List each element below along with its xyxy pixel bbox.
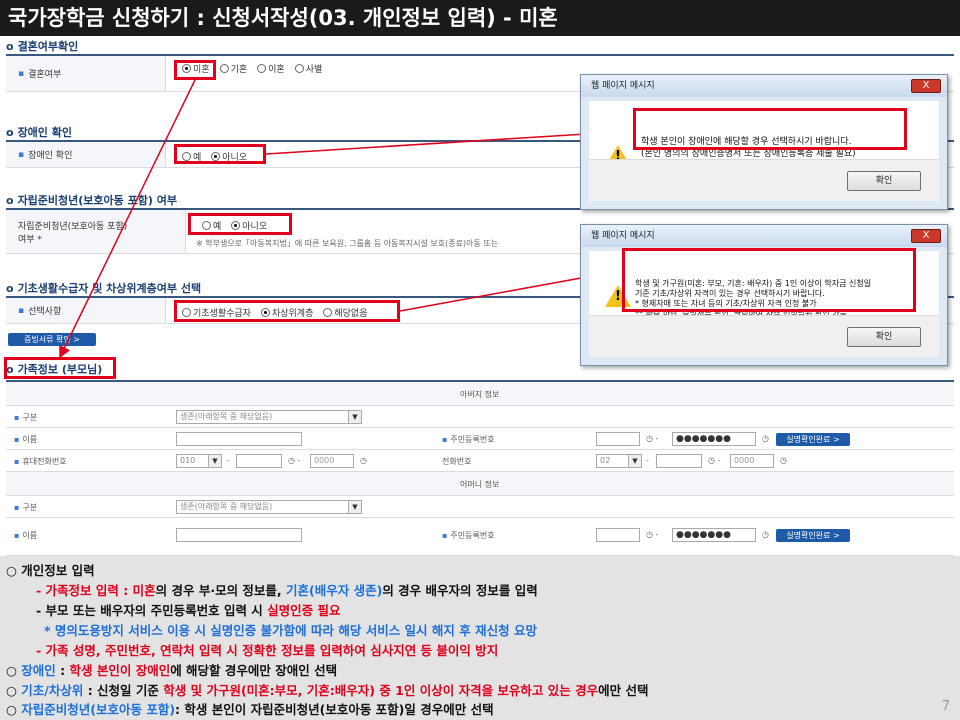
dialog-footer: 확인 — [589, 159, 939, 201]
clock-icon: ◷ - — [708, 456, 721, 465]
dialog-title: 웹 페이지 메시지 — [581, 225, 947, 247]
mother-rrn-back-input[interactable]: ●●●●●●● — [672, 528, 756, 542]
mother-type-select[interactable]: 생존(아래항목 중 해당없음) ▼ — [176, 500, 362, 514]
marital-label: ▪ 결혼여부 — [6, 56, 166, 91]
dialog-title: 웹 페이지 메시지 — [581, 75, 947, 97]
section-heading-marital: o 결혼여부확인 — [6, 40, 79, 53]
father-phone-last-input[interactable]: 0000 — [730, 454, 774, 468]
highlight-box — [633, 108, 907, 150]
note-personal-info: ○ 개인정보 입력 — [6, 563, 95, 578]
radio-married[interactable]: 기혼 — [219, 62, 247, 75]
close-button[interactable]: X — [911, 229, 941, 243]
slide-title: 국가장학금 신청하기 : 신청서작성(03. 개인정보 입력) - 미혼 — [0, 0, 960, 36]
highlight-box — [188, 213, 292, 235]
dash: - — [646, 456, 649, 465]
page-number: 7 — [941, 699, 950, 714]
mother-rrn-dash: ◷ - — [646, 530, 659, 539]
mother-header-row: 어머니 정보 — [6, 472, 954, 496]
clock-icon: ◷ — [360, 456, 367, 465]
chevron-down-icon: ▼ — [628, 455, 641, 467]
highlight-box — [622, 248, 916, 312]
section-heading-basic-living: o 기초생활수급자 및 차상위계층여부 선택 — [6, 282, 202, 295]
radio-widowed[interactable]: 사별 — [294, 62, 322, 75]
father-mobile-mid-input[interactable] — [236, 454, 282, 468]
father-phone-mid-input[interactable] — [656, 454, 702, 468]
mother-name-input[interactable] — [176, 528, 302, 542]
father-phone-prefix-select[interactable]: 02 ▼ — [596, 454, 642, 468]
note-accuracy: - 가족 성명, 주민번호, 연락처 입력 시 정확한 정보를 입력하여 심사지… — [36, 643, 499, 658]
dash: - — [226, 456, 229, 465]
evidence-check-button[interactable]: 증빙서류 확인 > — [8, 333, 96, 346]
mother-rrn-label: ▪ 주민등록번호 — [442, 531, 495, 540]
father-verify-button[interactable]: 실명확인완료 > — [776, 433, 850, 446]
mother-verify-button[interactable]: 실명확인완료 > — [776, 529, 850, 542]
chevron-down-icon: ▼ — [348, 501, 361, 513]
highlight-box — [174, 300, 400, 322]
basic-living-label: ▪ 선택사항 — [6, 298, 166, 323]
father-mobile-label: ▪ 휴대전화번호 — [14, 457, 67, 466]
ok-button[interactable]: 확인 — [847, 171, 921, 191]
close-button[interactable]: X — [911, 79, 941, 93]
father-type-label: ▪ 구분 — [14, 413, 38, 422]
section-heading-independent: o 자립준비청년(보호아동 포함) 여부 — [6, 194, 177, 207]
note-rrn-verify: - 부모 또는 배우자의 주민등록번호 입력 시 실명인증 필요 — [36, 603, 341, 618]
independent-label: 자립준비청년(보호아동 포함) 여부 * — [6, 210, 186, 253]
father-name-label: ▪ 이름 — [14, 435, 38, 444]
clock-icon: ◷ — [780, 456, 787, 465]
notes-panel: ○ 개인정보 입력 - 가족정보 입력 : 미혼의 경우 부·모의 정보를, 기… — [0, 556, 960, 720]
father-name-input[interactable] — [176, 432, 302, 446]
mother-type-label: ▪ 구분 — [14, 503, 38, 512]
father-name-row: ▪ 이름 ▪ 주민등록번호 ◷ - ●●●●●●● ◷ 실명확인완료 > — [6, 428, 954, 450]
clock-icon: ◷ - — [288, 456, 301, 465]
father-rrn-label: ▪ 주민등록번호 — [442, 435, 495, 444]
highlight-box — [174, 144, 266, 164]
highlight-box — [174, 60, 216, 80]
father-phone-row: ▪ 휴대전화번호 010 ▼ - ◷ - 0000 ◷ 전화번호 02 ▼ - ◷ -… — [6, 450, 954, 472]
father-rrn-dash: ◷ - — [646, 434, 659, 443]
note-identity-theft: * 명의도용방지 서비스 이용 시 실명인증 불가함에 따라 해당 서비스 일시… — [44, 623, 537, 638]
highlight-box — [4, 357, 116, 379]
mother-type-row: ▪ 구분 생존(아래항목 중 해당없음) ▼ — [6, 496, 954, 518]
independent-note: ※ 학부생으로「아동복지법」에 따른 보육원, 그룹홈 등 아동복지시설 보호(… — [196, 239, 499, 248]
mother-header: 어머니 정보 — [460, 480, 500, 489]
clock-icon: ◷ — [762, 530, 769, 539]
father-type-select[interactable]: 생존(아래항목 중 해당없음) ▼ — [176, 410, 362, 424]
father-rrn-front-input[interactable] — [596, 432, 640, 446]
father-mobile-prefix-select[interactable]: 010 ▼ — [176, 454, 222, 468]
mother-name-label: ▪ 이름 — [14, 531, 38, 540]
disability-label: ▪ 장애인 확인 — [6, 142, 166, 167]
father-header-row: 아버지 정보 — [6, 382, 954, 406]
mother-rrn-front-input[interactable] — [596, 528, 640, 542]
clock-icon: ◷ — [762, 434, 769, 443]
father-phone-label: 전화번호 — [442, 457, 472, 466]
note-independent: ○ 자립준비청년(보호아동 포함): 학생 본인이 자립준비청년(보호아동 포함… — [6, 702, 494, 717]
father-rrn-back-input[interactable]: ●●●●●●● — [672, 432, 756, 446]
dialog-footer: 확인 — [589, 315, 939, 357]
father-type-row: ▪ 구분 생존(아래항목 중 해당없음) ▼ — [6, 406, 954, 428]
note-family-input: - 가족정보 입력 : 미혼의 경우 부·모의 정보를, 기혼(배우자 생존)의… — [36, 583, 538, 598]
section-heading-disability: o 장애인 확인 — [6, 126, 72, 139]
mother-name-row: ▪ 이름 ▪ 주민등록번호 ◷ - ●●●●●●● ◷ 실명확인완료 > — [6, 518, 954, 556]
note-basic-living: ○ 기초/차상위 : 신청일 기준 학생 및 가구원(미혼:부모, 기혼:배우자… — [6, 683, 649, 698]
father-mobile-last-input[interactable]: 0000 — [310, 454, 354, 468]
radio-divorced[interactable]: 이혼 — [257, 62, 285, 75]
chevron-down-icon: ▼ — [348, 411, 361, 423]
ok-button[interactable]: 확인 — [847, 327, 921, 347]
father-header: 아버지 정보 — [460, 390, 500, 399]
chevron-down-icon: ▼ — [208, 455, 221, 467]
note-disability: ○ 장애인 : 학생 본인이 장애인에 해당할 경우에만 장애인 선택 — [6, 663, 338, 678]
